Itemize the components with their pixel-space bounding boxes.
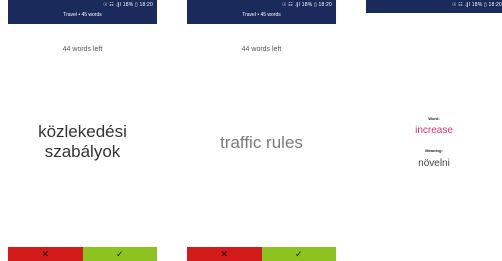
dont-know-button[interactable]: ✕: [187, 247, 262, 261]
status-bar: ☉ ☷ .∥l 18% ▯ 18:20: [452, 2, 502, 8]
check-icon: ✓: [294, 248, 303, 259]
app-header: ☉ ☷ .∥l 18% ▯ 18:20 Travel • 45 words: [8, 0, 157, 24]
words-left-counter: 44 words left: [62, 46, 103, 53]
know-button[interactable]: ✓: [82, 247, 157, 261]
deck-title: Travel • 45 words: [63, 12, 102, 18]
meaning-label: Meaning:: [425, 148, 443, 153]
close-icon: ✕: [41, 248, 50, 259]
phone-screen-1: ☉ ☷ .∥l 18% ▯ 18:20 Travel • 45 words 44…: [8, 0, 157, 261]
word-value: increase: [415, 125, 453, 136]
status-bar: ☉ ☷ .∥l 18% ▯ 18:20: [282, 2, 332, 8]
words-left-counter: 44 words left: [241, 46, 282, 53]
know-button[interactable]: ✓: [261, 247, 336, 261]
status-bar: ☉ ☷ .∥l 18% ▯ 18:20: [103, 2, 153, 8]
flashcard-word-line-1: közlekedési: [38, 122, 127, 141]
answer-buttons: ✕ ✓: [187, 247, 336, 261]
meaning-value: növelni: [418, 158, 450, 169]
flashcard-translation[interactable]: traffic rules: [187, 133, 336, 153]
phone-screen-3: ☉ ☷ .∥l 18% ▯ 18:20 Word: increase Meani…: [366, 0, 502, 261]
flashcard-word[interactable]: közlekedési szabályok: [8, 122, 157, 162]
deck-title: Travel • 45 words: [242, 12, 281, 18]
flashcard-word-line-2: szabályok: [44, 142, 121, 161]
dont-know-button[interactable]: ✕: [8, 247, 83, 261]
phone-screen-2: ☉ ☷ .∥l 18% ▯ 18:20 Travel • 45 words 44…: [187, 0, 336, 261]
word-label: Word:: [428, 116, 440, 121]
app-header: ☉ ☷ .∥l 18% ▯ 18:20: [366, 0, 502, 13]
close-icon: ✕: [220, 248, 229, 259]
answer-buttons: ✕ ✓: [8, 247, 157, 261]
check-icon: ✓: [115, 248, 124, 259]
app-header: ☉ ☷ .∥l 18% ▯ 18:20 Travel • 45 words: [187, 0, 336, 24]
